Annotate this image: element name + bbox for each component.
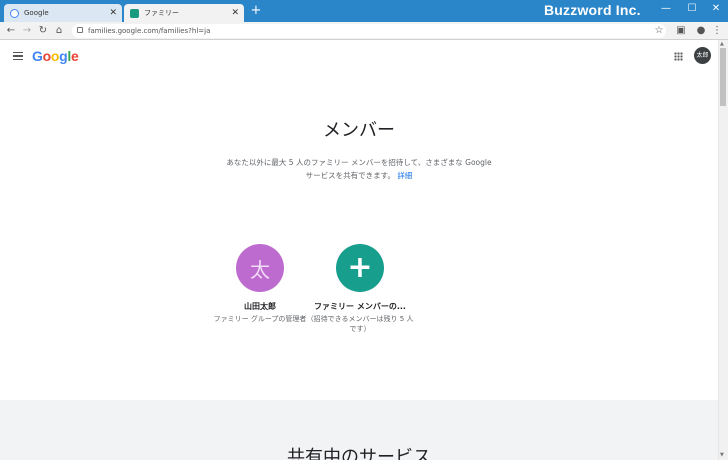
account-avatar[interactable]: 太郎: [694, 47, 711, 64]
extension-icon[interactable]: ▣: [674, 24, 688, 38]
hamburger-menu-icon[interactable]: [13, 52, 23, 60]
invite-member-label: ファミリー メンバーの...: [314, 302, 406, 311]
member-avatar[interactable]: 太: [236, 244, 284, 292]
tab-family-title: ファミリー: [144, 9, 179, 17]
minimize-button[interactable]: —: [654, 2, 678, 16]
google-logo[interactable]: Google: [32, 48, 79, 64]
description-line-2: サービスを共有できます。: [305, 171, 395, 180]
browser-toolbar: ← → ↻ ⌂ families.google.com/families?hl=…: [0, 22, 728, 40]
tab-google-title: Google: [24, 9, 49, 17]
family-favicon-icon: [130, 8, 139, 18]
forward-arrow-icon[interactable]: →: [20, 24, 34, 38]
browser-menu-icon[interactable]: ⋮: [710, 24, 724, 38]
scroll-down-icon[interactable]: ▼: [720, 452, 724, 458]
member-card-owner[interactable]: 太 山田太郎 ファミリー グループの管理者: [205, 244, 315, 324]
invite-member-card[interactable]: + ファミリー メンバーの... （招待できるメンバーは残り 5 人です）: [306, 244, 414, 334]
shared-services-title: 共有中のサービス: [287, 447, 431, 460]
address-bar[interactable]: families.google.com/families?hl=ja: [72, 24, 666, 38]
tab-close-icon[interactable]: ✕: [231, 8, 239, 18]
scrollbar-thumb[interactable]: [720, 48, 726, 106]
browser-titlebar: Google ✕ ファミリー ✕ + Buzzword Inc. — ☐ ✕: [0, 0, 728, 22]
scroll-up-icon[interactable]: ▲: [720, 41, 724, 47]
tab-close-icon[interactable]: ✕: [109, 8, 117, 18]
details-link[interactable]: 詳細: [397, 171, 412, 180]
tab-google[interactable]: Google ✕: [4, 4, 122, 22]
logo-letter: e: [70, 48, 79, 64]
google-apps-icon[interactable]: [674, 52, 683, 61]
new-tab-button[interactable]: +: [249, 4, 263, 18]
logo-letter: o: [42, 48, 52, 64]
member-role: ファミリー グループの管理者: [213, 315, 307, 323]
lock-icon: [77, 27, 83, 33]
page-title: メンバー: [323, 120, 395, 141]
logo-letter: o: [50, 48, 60, 64]
invite-remaining-text: （招待できるメンバーは残り 5 人です）: [306, 315, 414, 333]
add-member-icon[interactable]: +: [336, 244, 384, 292]
back-arrow-icon[interactable]: ←: [4, 24, 18, 38]
close-window-button[interactable]: ✕: [704, 2, 728, 16]
page-description: あなた以外に最大 5 人のファミリー メンバーを招待して、さまざまな Googl…: [200, 156, 518, 182]
home-icon[interactable]: ⌂: [52, 24, 66, 38]
description-line-1: あなた以外に最大 5 人のファミリー メンバーを招待して、さまざまな Googl…: [226, 158, 492, 167]
profile-icon[interactable]: ●: [694, 24, 708, 38]
google-favicon-icon: [10, 8, 19, 18]
brand-watermark: Buzzword Inc.: [544, 2, 641, 18]
reload-icon[interactable]: ↻: [36, 24, 50, 38]
logo-letter: G: [32, 48, 43, 64]
address-text: families.google.com/families?hl=ja: [88, 27, 211, 35]
maximize-button[interactable]: ☐: [680, 2, 704, 16]
member-name: 山田太郎: [244, 302, 276, 311]
tab-family[interactable]: ファミリー ✕: [124, 4, 244, 22]
bookmark-star-icon[interactable]: ☆: [652, 24, 666, 38]
